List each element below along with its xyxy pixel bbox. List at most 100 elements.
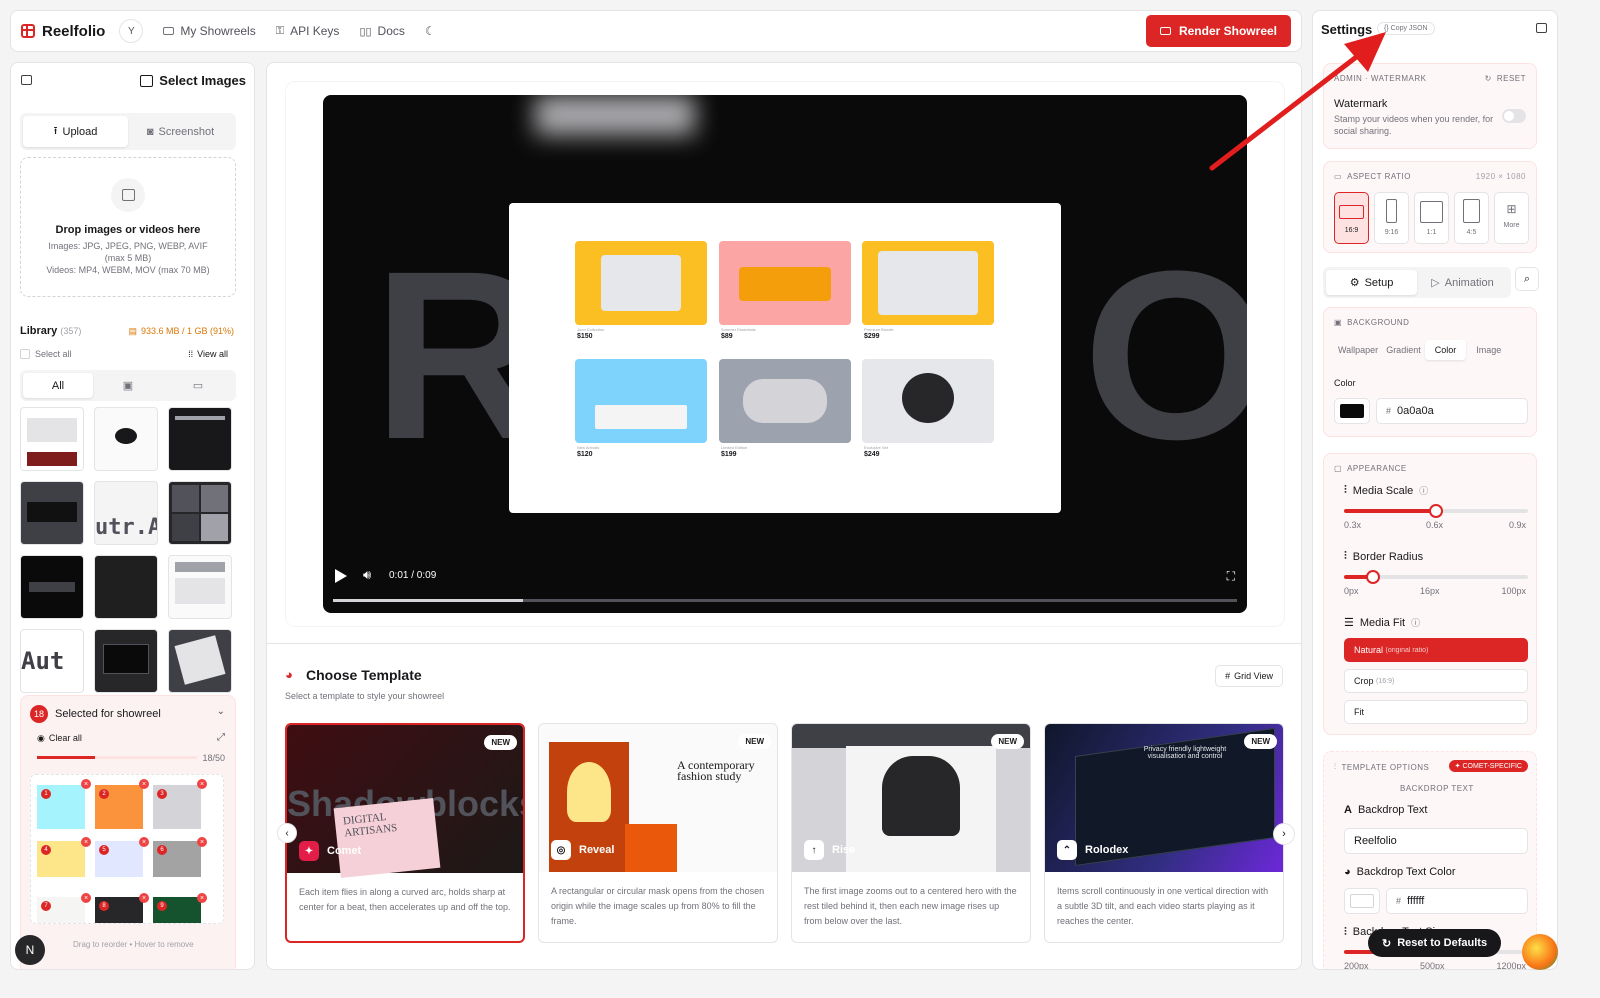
template-art-text: DIGITAL ARTISANS [333, 797, 441, 879]
backdrop-color-swatch[interactable] [1344, 888, 1380, 914]
color-swatch[interactable] [1334, 398, 1370, 424]
clear-all-button[interactable]: ◉ Clear all [37, 733, 82, 744]
filter-videos[interactable]: ▭ [163, 373, 233, 398]
select-all-checkbox[interactable]: Select all [20, 349, 72, 359]
tab-upload[interactable]: ⭱ Upload [23, 116, 128, 147]
new-badge: NEW [738, 734, 771, 749]
ratio-more[interactable]: ⊞ More [1494, 192, 1529, 244]
search-button[interactable]: ⌕ [1515, 267, 1539, 291]
grid-view-button[interactable]: # Grid View [1215, 665, 1283, 687]
library-thumb[interactable] [94, 555, 158, 619]
template-card-comet[interactable]: Shadowblocks DIGITAL ARTISANS NEW ✦Comet… [285, 723, 525, 943]
expand-icon[interactable]: ⤢ [217, 732, 225, 743]
watermark-toggle[interactable] [1502, 109, 1526, 123]
bg-tab-gradient[interactable]: Gradient [1382, 340, 1425, 360]
video-progress-bar[interactable] [333, 599, 1237, 602]
remove-icon[interactable]: × [81, 893, 91, 903]
template-preview: Shadowblocks DIGITAL ARTISANS NEW ✦Comet [287, 725, 523, 879]
backdrop-text-input[interactable]: Reelfolio [1344, 828, 1528, 854]
fit-option-fit[interactable]: Fit [1344, 700, 1528, 724]
ratio-1-1[interactable]: 1:1 [1414, 192, 1449, 244]
nav-docs[interactable]: ▯▯ Docs [359, 24, 404, 38]
drop-zone[interactable]: Drop images or videos here Images: JPG, … [20, 157, 236, 297]
view-all-button[interactable]: ⁞⁞ View all [188, 349, 228, 359]
remove-icon[interactable]: × [197, 893, 207, 903]
remove-icon[interactable]: × [139, 893, 149, 903]
chevron-down-icon[interactable]: ⌄ [217, 706, 225, 717]
sparkle-icon: ✦ [1454, 763, 1461, 770]
tab-screenshot[interactable]: ◙ Screenshot [128, 116, 233, 147]
backdrop-text-label: A Backdrop Text [1344, 804, 1427, 816]
remove-icon[interactable]: × [81, 779, 91, 789]
remove-icon[interactable]: × [197, 837, 207, 847]
nav-api-keys[interactable]: ⚿ API Keys [276, 24, 340, 38]
tab-setup[interactable]: ⚙ Setup [1326, 270, 1417, 295]
library-thumb[interactable] [94, 407, 158, 471]
ratio-9-16[interactable]: 9:16 [1374, 192, 1409, 244]
remove-icon[interactable]: × [139, 779, 149, 789]
collapse-sidebar-icon[interactable] [21, 75, 32, 85]
selected-count-badge: 18 [30, 705, 48, 723]
nav-my-showreels[interactable]: My Showreels [163, 24, 256, 38]
theme-toggle[interactable]: ☾ [425, 24, 436, 38]
scale-max: 0.9x [1508, 520, 1526, 530]
account-avatar[interactable]: N [15, 935, 45, 965]
help-avatar[interactable] [1522, 934, 1558, 970]
bg-tab-image[interactable]: Image [1466, 340, 1511, 360]
library-thumb[interactable] [20, 407, 84, 471]
brand[interactable]: Reelfolio [21, 23, 105, 40]
library-thumb[interactable] [168, 481, 232, 545]
library-thumb[interactable] [168, 407, 232, 471]
label-text: Media Scale [1352, 484, 1414, 497]
library-count: (357) [60, 326, 82, 336]
product-price: $299 [864, 333, 880, 340]
top-bar: Reelfolio Y My Showreels ⚿ API Keys ▯▯ D… [10, 10, 1302, 52]
tab-animation[interactable]: ▷ Animation [1417, 270, 1508, 295]
fit-option-natural[interactable]: Natural (original ratio) [1344, 638, 1528, 662]
slider-knob[interactable] [1429, 504, 1443, 518]
filter-all[interactable]: All [23, 373, 93, 398]
ratio-4-5[interactable]: 4:5 [1454, 192, 1489, 244]
border-radius-slider[interactable] [1344, 570, 1528, 584]
info-icon[interactable]: ⓘ [1419, 484, 1428, 497]
bg-tab-color[interactable]: Color [1424, 340, 1467, 360]
play-icon[interactable] [335, 569, 347, 583]
library-thumb[interactable] [20, 555, 84, 619]
library-thumb[interactable]: utr.A [94, 481, 158, 545]
library-thumb[interactable] [168, 629, 232, 693]
selected-progress-text: 18/50 [202, 753, 225, 763]
template-desc: A rectangular or circular mask opens fro… [551, 886, 765, 926]
database-icon: ▤ [128, 326, 137, 336]
color-hex-input[interactable]: #0a0a0a [1376, 398, 1528, 424]
remove-icon[interactable]: × [139, 837, 149, 847]
ratio-16-9[interactable]: 16:9 [1334, 192, 1369, 244]
volume-icon[interactable]: 🔊︎ [363, 567, 371, 583]
clear-all-label: Clear all [48, 733, 82, 743]
video-icon: ▭ [192, 380, 204, 392]
slider-knob[interactable] [1366, 570, 1381, 584]
remove-icon[interactable]: × [81, 837, 91, 847]
carousel-next-button[interactable]: › [1273, 823, 1295, 845]
bg-tab-wallpaper[interactable]: Wallpaper [1334, 340, 1382, 360]
filter-images[interactable]: ▣ [93, 373, 163, 398]
backdrop-color-input[interactable]: # ffffff [1386, 888, 1528, 914]
media-scale-slider[interactable] [1344, 504, 1528, 518]
backdrop-letter: O [1083, 235, 1247, 475]
remove-icon[interactable]: × [197, 779, 207, 789]
library-thumb[interactable]: Aut [20, 629, 84, 693]
library-thumb[interactable] [168, 555, 232, 619]
template-card-rolodex[interactable]: Privacy friendly lightweight visualisati… [1044, 723, 1284, 943]
carousel-prev-button[interactable]: ‹ [277, 823, 297, 843]
reset-defaults-button[interactable]: ↻ Reset to Defaults [1368, 929, 1502, 957]
fit-option-crop[interactable]: Crop (16:9) [1344, 669, 1528, 693]
reset-button[interactable]: ↻ RESET [1485, 74, 1526, 83]
user-avatar[interactable]: Y [119, 19, 144, 43]
template-card-reveal[interactable]: A contemporary fashion study NEW ◎ Reveal… [538, 723, 778, 943]
video-preview[interactable]: R O Juno Collection $150 Summer Essentia… [323, 95, 1247, 613]
fullscreen-icon[interactable]: ⛶ [1227, 569, 1235, 584]
collapse-panel-icon[interactable] [1536, 23, 1547, 33]
template-card-rise[interactable]: NEW ↑ Rise The first image zooms out to a… [791, 723, 1031, 943]
library-thumb[interactable] [20, 481, 84, 545]
info-icon[interactable]: ⓘ [1411, 616, 1420, 629]
library-thumb[interactable] [94, 629, 158, 693]
